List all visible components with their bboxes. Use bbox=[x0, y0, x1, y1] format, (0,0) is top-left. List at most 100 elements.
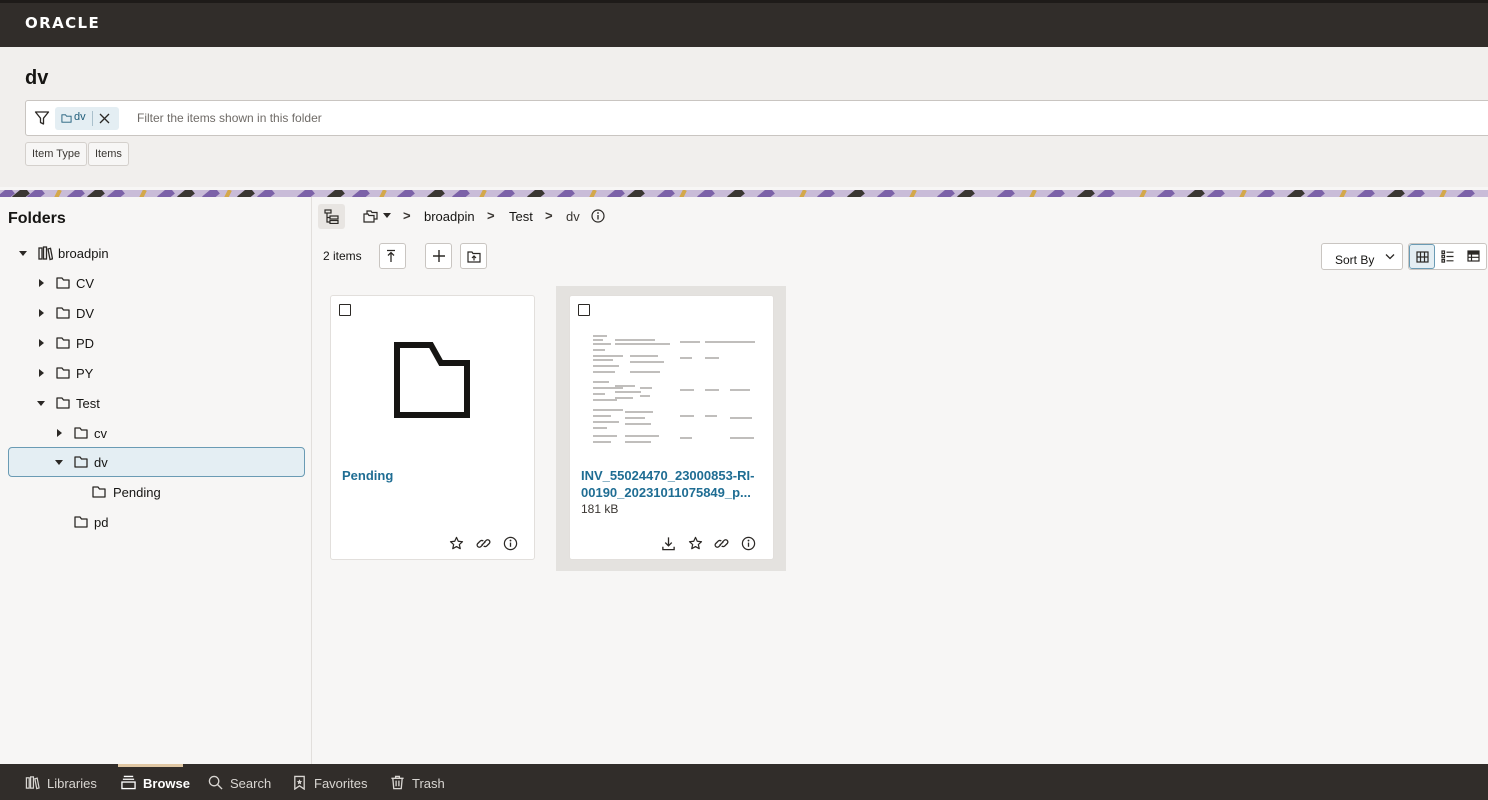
toggle-tree-button[interactable] bbox=[318, 204, 345, 229]
page-header: dv dv Item Type Items bbox=[0, 47, 1488, 187]
caret-right-icon[interactable] bbox=[36, 368, 46, 378]
item-card-folder[interactable]: Pending bbox=[330, 295, 535, 560]
facet-item-type-button[interactable]: Item Type bbox=[25, 142, 88, 166]
tree-item-label: PD bbox=[76, 336, 95, 351]
breadcrumb-separator: > bbox=[487, 208, 495, 223]
info-icon[interactable] bbox=[741, 536, 756, 551]
tree-item-cv[interactable]: cv bbox=[8, 418, 305, 448]
link-icon[interactable] bbox=[476, 536, 491, 551]
breadcrumb-menu-button[interactable] bbox=[361, 207, 393, 225]
breadcrumb-separator: > bbox=[403, 208, 411, 223]
tree-item-cv-upper[interactable]: CV bbox=[8, 268, 305, 298]
folder-icon bbox=[56, 367, 70, 379]
folders-icon bbox=[363, 210, 378, 223]
sort-by-label: Sort By bbox=[1335, 252, 1375, 267]
filter-bar: dv bbox=[25, 100, 1488, 136]
folder-icon bbox=[74, 516, 88, 528]
tree-item-dv[interactable]: dv bbox=[8, 447, 305, 477]
go-to-parent-button[interactable] bbox=[379, 243, 406, 269]
info-icon[interactable] bbox=[503, 536, 518, 551]
hierarchy-icon bbox=[324, 209, 339, 224]
nav-trash[interactable]: Trash bbox=[390, 764, 450, 800]
table-view-button[interactable] bbox=[1461, 244, 1486, 269]
filter-chip-label: dv bbox=[74, 111, 86, 123]
tree-item-py-upper[interactable]: PY bbox=[8, 358, 305, 388]
nav-browse[interactable]: Browse bbox=[118, 764, 191, 800]
bookmark-icon bbox=[294, 775, 305, 790]
breadcrumb-current: dv bbox=[566, 209, 580, 224]
trash-icon bbox=[391, 775, 404, 790]
chevron-down-icon bbox=[1385, 254, 1395, 260]
folder-icon bbox=[56, 307, 70, 319]
oracle-logo[interactable]: ORACLE bbox=[25, 14, 100, 32]
list-icon bbox=[1441, 250, 1454, 263]
grid-icon bbox=[1416, 251, 1429, 263]
star-icon[interactable] bbox=[449, 536, 464, 551]
item-card-document[interactable]: INV_55024470_23000853-RI-00190_202310110… bbox=[569, 295, 774, 560]
tree-item-pd-upper[interactable]: PD bbox=[8, 328, 305, 358]
breadcrumb-test[interactable]: Test bbox=[509, 209, 533, 224]
document-thumbnail bbox=[585, 330, 760, 450]
tree-item-dv-upper[interactable]: DV bbox=[8, 298, 305, 328]
nav-label: Search bbox=[230, 776, 272, 791]
select-checkbox[interactable] bbox=[578, 304, 590, 316]
plus-icon bbox=[433, 250, 445, 262]
bottom-nav: Libraries Browse Search Favorites Trash bbox=[0, 764, 1488, 800]
tree-item-test[interactable]: Test bbox=[8, 388, 305, 418]
filter-icon[interactable] bbox=[34, 110, 50, 126]
item-count: 2 items bbox=[323, 249, 362, 263]
app-header: ORACLE bbox=[0, 0, 1488, 47]
folder-icon bbox=[56, 337, 70, 349]
tree-item-broadpin[interactable]: broadpin bbox=[8, 238, 305, 268]
page-title: dv bbox=[25, 67, 49, 89]
up-level-icon bbox=[387, 249, 395, 262]
tree-item-pd[interactable]: pd bbox=[8, 507, 305, 537]
tree-item-label: pd bbox=[94, 515, 109, 530]
caret-right-icon[interactable] bbox=[36, 338, 46, 348]
tree-item-label: PY bbox=[76, 366, 94, 381]
nav-search[interactable]: Search bbox=[208, 764, 278, 800]
item-name-link[interactable]: Pending bbox=[342, 467, 393, 484]
caret-right-icon[interactable] bbox=[36, 308, 46, 318]
view-mode-toggle bbox=[1408, 243, 1487, 270]
caret-down-icon[interactable] bbox=[18, 248, 28, 258]
grid-view-button[interactable] bbox=[1409, 244, 1435, 269]
info-icon[interactable] bbox=[591, 209, 605, 223]
select-checkbox[interactable] bbox=[339, 304, 351, 316]
breadcrumb-separator: > bbox=[545, 208, 553, 223]
nav-label: Libraries bbox=[47, 776, 97, 791]
chip-divider bbox=[92, 111, 93, 126]
folder-thumbnail-icon bbox=[394, 342, 470, 418]
sort-by-dropdown[interactable]: Sort By bbox=[1321, 243, 1403, 270]
upload-button[interactable] bbox=[460, 243, 487, 269]
upload-folder-icon bbox=[467, 251, 481, 263]
folder-icon bbox=[74, 427, 88, 439]
nav-favorites[interactable]: Favorites bbox=[292, 764, 372, 800]
folder-icon bbox=[74, 456, 88, 468]
caret-down-icon bbox=[383, 213, 391, 218]
create-button[interactable] bbox=[425, 243, 452, 269]
download-icon[interactable] bbox=[661, 536, 676, 551]
caret-right-icon[interactable] bbox=[54, 428, 64, 438]
caret-down-icon[interactable] bbox=[54, 457, 64, 467]
breadcrumb-broadpin[interactable]: broadpin bbox=[424, 209, 475, 224]
browse-icon bbox=[121, 775, 136, 790]
tree-item-pending[interactable]: Pending bbox=[8, 477, 305, 507]
folders-title: Folders bbox=[8, 210, 66, 227]
star-icon[interactable] bbox=[688, 536, 703, 551]
filter-chip: dv bbox=[55, 107, 119, 130]
content-panel: > broadpin > Test > dv 2 items Sort By P… bbox=[313, 197, 1488, 764]
item-name-link[interactable]: INV_55024470_23000853-RI-00190_202310110… bbox=[581, 467, 766, 501]
nav-label: Favorites bbox=[314, 776, 368, 791]
close-icon[interactable] bbox=[98, 112, 111, 125]
nav-libraries[interactable]: Libraries bbox=[25, 764, 105, 800]
facet-items-button[interactable]: Items bbox=[88, 142, 129, 166]
filter-input[interactable] bbox=[130, 102, 1430, 134]
link-icon[interactable] bbox=[714, 536, 729, 551]
caret-down-icon[interactable] bbox=[36, 398, 46, 408]
library-icon bbox=[38, 246, 53, 261]
folder-icon bbox=[61, 114, 72, 123]
table-icon bbox=[1467, 250, 1480, 262]
list-view-button[interactable] bbox=[1435, 244, 1461, 269]
caret-right-icon[interactable] bbox=[36, 278, 46, 288]
